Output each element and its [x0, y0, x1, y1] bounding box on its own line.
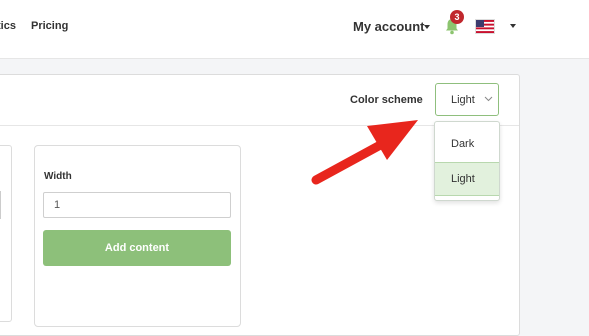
add-content-button[interactable]: Add content	[43, 230, 231, 266]
notification-count-badge: 3	[450, 10, 464, 24]
panel-header: Color scheme Light	[0, 75, 519, 126]
option-label: Light	[451, 173, 475, 185]
width-value: 1	[54, 199, 61, 211]
us-flag-icon[interactable]	[475, 19, 495, 34]
chevron-down-icon[interactable]	[510, 24, 516, 28]
color-scheme-label: Color scheme	[350, 94, 423, 106]
red-arrow-annotation	[311, 120, 418, 185]
nav-link-statistics[interactable]: tics	[0, 20, 16, 32]
color-scheme-dropdown: Dark Light	[434, 121, 500, 201]
nav-link-pricing[interactable]: Pricing	[31, 20, 68, 32]
width-input[interactable]: 1	[43, 192, 231, 218]
option-label: Dark	[451, 138, 475, 150]
my-account-menu[interactable]: My account	[353, 19, 425, 34]
top-navigation: tics Pricing My account 3	[0, 0, 589, 59]
option-light[interactable]: Light	[435, 162, 499, 196]
selected-value: Light	[451, 94, 475, 106]
chevron-down-icon	[484, 96, 493, 102]
color-scheme-select[interactable]: Light	[435, 83, 499, 116]
option-dark[interactable]: Dark	[435, 128, 499, 162]
content-card	[0, 145, 12, 322]
content-card: Width 1 Add content	[34, 145, 241, 327]
chevron-down-icon[interactable]	[424, 25, 430, 29]
width-input[interactable]	[0, 191, 1, 219]
width-label: Width	[44, 171, 72, 182]
